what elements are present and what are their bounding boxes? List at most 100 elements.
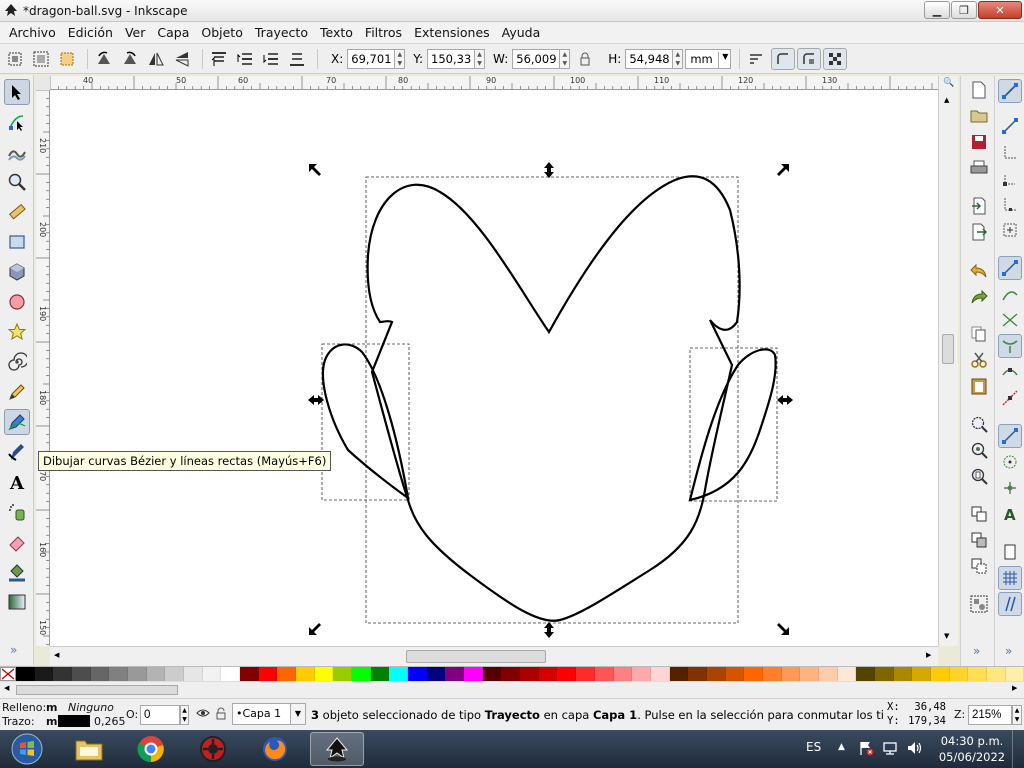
flip-horizontal-button[interactable]	[145, 48, 167, 70]
snap-others-button[interactable]	[998, 424, 1022, 448]
scroll-right-icon[interactable]: ▶	[926, 651, 931, 659]
zoom-input[interactable]	[968, 705, 1012, 725]
bezier-tool[interactable]	[4, 409, 30, 435]
color-swatch[interactable]	[34, 667, 54, 681]
snap-object-center-button[interactable]	[998, 450, 1022, 474]
snap-bbox-edge-button[interactable]	[998, 140, 1022, 164]
scroll-left-icon[interactable]: ◀	[54, 651, 59, 659]
snap-toggle[interactable]	[998, 79, 1022, 103]
layer-lock-button[interactable]	[215, 707, 227, 723]
menu-filtros[interactable]: Filtros	[360, 25, 407, 40]
node-tool[interactable]	[4, 109, 30, 135]
undo-button[interactable]	[969, 260, 989, 280]
right-ear-path[interactable]	[688, 348, 777, 502]
horizontal-ruler[interactable]: 40 50 60 70 80 90 100 110 120 130	[50, 76, 938, 90]
cut-button[interactable]	[969, 350, 989, 370]
color-swatch[interactable]	[874, 667, 894, 681]
commands-expand-icon[interactable]: »	[973, 644, 980, 658]
snap-nodes-button[interactable]	[998, 256, 1022, 280]
color-swatch[interactable]	[296, 667, 315, 681]
snap-bbox-corner-button[interactable]	[998, 166, 1022, 190]
color-swatch[interactable]	[725, 667, 745, 681]
snap-bbox-button[interactable]	[998, 114, 1022, 138]
stroke-width[interactable]: 0,265	[94, 715, 126, 728]
color-swatch[interactable]	[576, 667, 595, 681]
clock[interactable]: 04:30 p.m. 05/06/2022	[936, 733, 1008, 765]
transform-patterns-toggle[interactable]	[823, 47, 848, 70]
menu-texto[interactable]: Texto	[315, 25, 358, 40]
color-swatch[interactable]	[426, 667, 446, 681]
color-swatch[interactable]	[818, 667, 838, 681]
unit-select[interactable]: mm ▼	[685, 48, 732, 69]
horizontal-scrollbar[interactable]: ◀ ▶	[50, 646, 938, 666]
color-swatch[interactable]	[538, 667, 558, 681]
minimize-button[interactable]: ▁	[924, 1, 950, 19]
color-swatch[interactable]	[146, 667, 166, 681]
close-button[interactable]: ✕	[978, 1, 1022, 19]
save-button[interactable]	[969, 132, 989, 152]
import-button[interactable]	[969, 196, 989, 216]
fill-value[interactable]: Ninguno	[68, 701, 114, 714]
rotate-ccw-button[interactable]	[93, 48, 115, 70]
duplicate-button[interactable]	[969, 504, 989, 524]
color-swatch[interactable]	[221, 667, 241, 681]
color-swatch[interactable]	[837, 667, 857, 681]
copy-button[interactable]	[969, 324, 989, 344]
taskbar-firefox[interactable]	[248, 732, 302, 766]
color-swatch[interactable]	[930, 667, 950, 681]
language-indicator[interactable]: ES	[806, 740, 821, 754]
action-center-tray-button[interactable]	[858, 740, 874, 759]
deselect-button[interactable]	[56, 48, 78, 70]
color-swatch[interactable]	[520, 667, 539, 681]
taskbar-app-red[interactable]	[186, 732, 240, 766]
menu-capa[interactable]: Capa	[152, 25, 194, 40]
redo-button[interactable]	[969, 286, 989, 306]
color-swatch[interactable]	[464, 667, 483, 681]
snap-page-border-button[interactable]	[998, 540, 1022, 564]
color-swatch[interactable]	[240, 667, 259, 681]
snap-rotation-center-button[interactable]	[998, 476, 1022, 500]
zoom-spinner[interactable]: ▲ ▼	[1012, 705, 1022, 725]
show-hidden-icons-icon[interactable]: ▲	[838, 742, 845, 752]
paint-bucket-tool[interactable]	[4, 559, 30, 585]
scroll-down-icon[interactable]: ▼	[944, 632, 949, 640]
color-swatch[interactable]	[1005, 667, 1024, 681]
h-input[interactable]	[625, 48, 674, 69]
spiral-tool[interactable]	[4, 349, 30, 375]
toolbox-expand-icon[interactable]: »	[10, 643, 17, 657]
menu-ayuda[interactable]: Ayuda	[497, 25, 546, 40]
color-swatch[interactable]	[370, 667, 390, 681]
color-swatch[interactable]	[688, 667, 707, 681]
snap-grid-button[interactable]	[998, 566, 1022, 590]
show-desktop-button[interactable]	[1012, 730, 1024, 768]
volume-tray-button[interactable]	[906, 740, 924, 759]
network-tray-button[interactable]	[882, 740, 898, 759]
color-swatch[interactable]	[986, 667, 1006, 681]
rotate-cw-button[interactable]	[119, 48, 141, 70]
spray-tool[interactable]	[4, 499, 30, 525]
chevron-down-icon[interactable]: ▼	[290, 704, 305, 724]
color-swatch[interactable]	[949, 667, 969, 681]
snap-intersection-button[interactable]	[998, 308, 1022, 332]
pencil-tool[interactable]	[4, 379, 30, 405]
taskbar-inkscape[interactable]	[310, 732, 364, 766]
color-swatch[interactable]	[165, 667, 185, 681]
rectangle-tool[interactable]	[4, 229, 30, 255]
color-swatch[interactable]	[594, 667, 614, 681]
star-tool[interactable]	[4, 319, 30, 345]
print-button[interactable]	[969, 158, 989, 178]
snap-expand-icon[interactable]: »	[1005, 644, 1012, 658]
color-swatch[interactable]	[389, 667, 409, 681]
zoom-tool[interactable]	[4, 169, 30, 195]
h-spinner[interactable]: ▲ ▼	[673, 48, 684, 69]
scale-stroke-button[interactable]	[745, 48, 767, 70]
palette-scroll-thumb[interactable]	[16, 685, 178, 695]
ellipse-tool[interactable]	[4, 289, 30, 315]
x-spinner[interactable]: ▲ ▼	[395, 48, 406, 69]
lock-proportions-button[interactable]	[574, 48, 596, 70]
drawing-canvas[interactable]	[50, 90, 938, 646]
color-swatch[interactable]	[669, 667, 689, 681]
gradient-tool[interactable]	[4, 589, 30, 615]
color-swatch[interactable]	[762, 667, 782, 681]
selector-tool[interactable]	[4, 79, 30, 105]
